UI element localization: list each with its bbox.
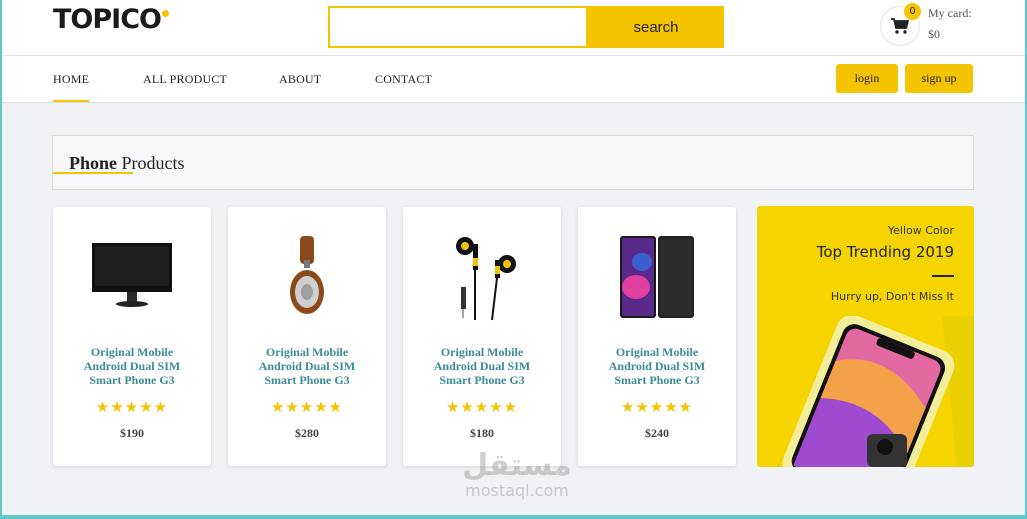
product-title[interactable]: Original Mobile Android Dual SIM Smart P… [228,345,386,387]
cart-label: My card: [928,6,972,20]
star-rating: ★★★★★ [620,398,694,416]
product-price: $190 [120,426,144,440]
section-header: Phone Products [52,135,974,190]
main-nav: HOME ALL PRODUCT ABOUT CONTACT login sig… [2,56,1025,103]
promo-banner[interactable]: Yellow Color Top Trending 2019 Hurry up,… [757,206,974,467]
signup-button[interactable]: sign up [905,64,973,93]
cart-icon [891,17,909,34]
logo-text: TOPICO [53,4,162,35]
product-card[interactable]: Original Mobile Android Dual SIM Smart P… [578,207,736,466]
banner-divider [932,275,954,277]
product-price: $280 [295,426,319,440]
page: TOPICO search 0 My card: $0 HOME ALL PRO… [2,0,1025,515]
logo-dot-icon [161,10,169,17]
product-image-headphones [257,229,357,324]
login-button[interactable]: login [836,64,898,93]
product-title[interactable]: Original Mobile Android Dual SIM Smart P… [53,345,211,387]
product-image-earphones [432,229,532,324]
search-input[interactable] [328,6,588,48]
nav-item-all-product[interactable]: ALL PRODUCT [143,72,227,87]
nav-item-about[interactable]: ABOUT [279,72,321,87]
product-price: $180 [470,426,494,440]
product-card[interactable]: Original Mobile Android Dual SIM Smart P… [53,207,211,466]
banner-phone-image [782,316,974,467]
watermark: مستقل mostaql.com [462,448,572,500]
star-rating: ★★★★★ [270,398,344,416]
cart-count-badge: 0 [904,3,921,20]
banner-cta: Hurry up, Don't Miss It [830,290,954,303]
header: TOPICO search 0 My card: $0 [2,0,1025,56]
section-underline [53,172,133,174]
product-title[interactable]: Original Mobile Android Dual SIM Smart P… [578,345,736,387]
cart-total: $0 [928,27,940,41]
logo[interactable]: TOPICO [53,4,169,35]
product-title[interactable]: Original Mobile Android Dual SIM Smart P… [403,345,561,387]
banner-subtitle: Yellow Color [887,224,954,237]
search-bar: search [328,6,724,48]
section-title: Phone Products [69,153,185,173]
star-rating: ★★★★★ [95,398,169,416]
nav-item-contact[interactable]: CONTACT [375,72,432,87]
product-price: $240 [645,426,669,440]
product-card[interactable]: Original Mobile Android Dual SIM Smart P… [228,207,386,466]
product-card[interactable]: Original Mobile Android Dual SIM Smart P… [403,207,561,466]
product-image-monitor [82,229,182,324]
product-image-smartphone [607,229,707,324]
nav-item-home[interactable]: HOME [53,72,90,102]
star-rating: ★★★★★ [445,398,519,416]
search-button[interactable]: search [588,6,724,48]
banner-title: Top Trending 2019 [816,243,954,261]
